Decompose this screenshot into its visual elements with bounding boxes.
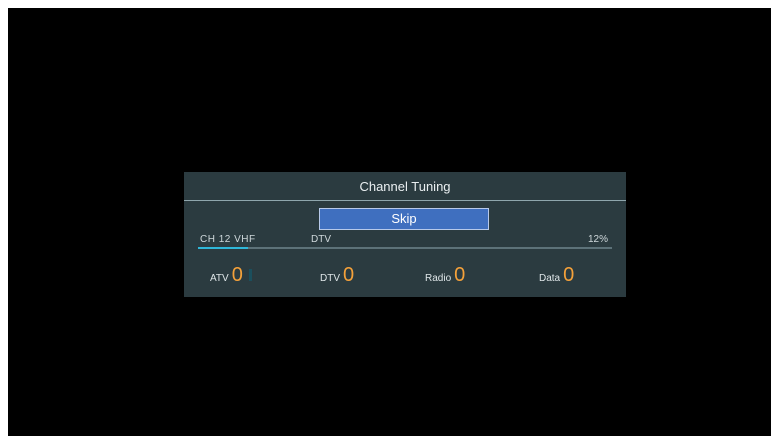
tv-screen: Channel Tuning Skip CH 12 VHF DTV 12% AT… — [8, 8, 771, 436]
radio-count-label: Radio — [425, 273, 452, 284]
atv-count: ATV 0 — [210, 265, 252, 285]
channel-tuning-dialog: Channel Tuning Skip CH 12 VHF DTV 12% AT… — [184, 172, 626, 297]
radio-count: Radio 0 — [425, 265, 465, 285]
atv-count-value: 0 — [231, 264, 243, 286]
dialog-title: Channel Tuning — [359, 179, 451, 194]
data-count-label: Data — [539, 273, 561, 284]
data-count-value: 0 — [563, 264, 575, 286]
progress-bar — [198, 247, 612, 249]
dtv-count-label: DTV — [320, 273, 340, 284]
signal-marker-icon — [248, 269, 252, 281]
channel-label: CH 12 VHF — [200, 234, 256, 245]
skip-button[interactable]: Skip — [319, 208, 489, 230]
scan-status-row: CH 12 VHF DTV 12% — [184, 232, 626, 248]
scan-mode-label: DTV — [311, 234, 331, 245]
dtv-count: DTV 0 — [320, 265, 354, 285]
atv-count-label: ATV — [210, 273, 229, 284]
progress-percent: 12% — [587, 234, 608, 245]
progress-fill — [198, 247, 248, 249]
channel-counts: ATV 0 DTV 0 Radio 0 Data 0 — [184, 265, 626, 289]
radio-count-value: 0 — [454, 264, 466, 286]
title-divider — [184, 200, 626, 201]
data-count: Data 0 — [539, 265, 574, 285]
dtv-count-value: 0 — [343, 264, 355, 286]
